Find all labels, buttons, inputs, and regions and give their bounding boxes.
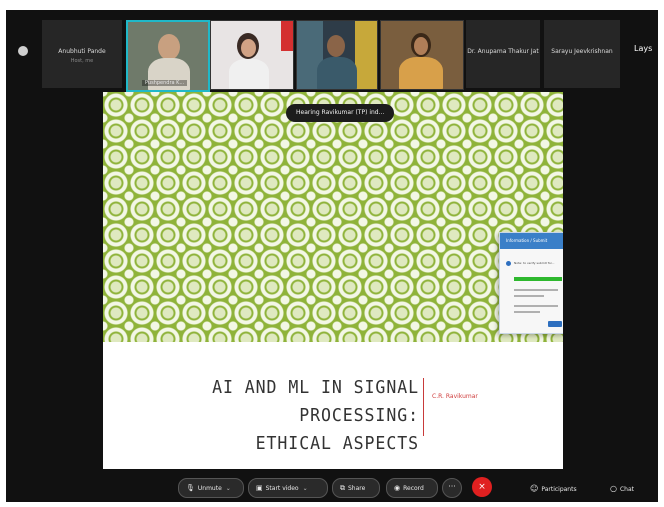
person-body (148, 58, 190, 90)
person-body (399, 57, 443, 89)
slide-title: AI AND ML IN SIGNAL PROCESSING: ETHICAL … (152, 374, 419, 458)
slide-author: C.R. Ravikumar (432, 393, 478, 400)
chevron-down-icon[interactable]: ⌄ (226, 480, 231, 498)
person-body (317, 57, 357, 89)
speaking-indicator: Hearing Ravikumar (TP) ind... (286, 104, 395, 122)
participant-sub: Host, me (70, 58, 94, 64)
dialog-message: Note: to verify submit for... (514, 261, 555, 265)
participant-tile[interactable]: Sarayu Jeevkrishnan (544, 20, 620, 88)
dialog-text-line (514, 295, 544, 297)
share-icon: ⧉ (340, 484, 345, 492)
participant-tile[interactable]: Anubhuti Pande Host, me (42, 20, 122, 88)
start-video-button[interactable]: ▣ Start video ⌄ (248, 478, 328, 498)
dialog-header: Information / Submit (500, 233, 563, 249)
dialog-ok-button[interactable] (548, 321, 562, 327)
meeting-window: Anubhuti Pande Host, me Pushpendra K... (6, 10, 658, 502)
layout-label: Lays (634, 44, 653, 53)
info-icon (506, 261, 511, 266)
participant-strip: Anubhuti Pande Host, me Pushpendra K... (6, 10, 658, 92)
participant-name: Sarayu Jeevkrishnan (551, 48, 613, 55)
participants-button[interactable]: ☺ Participants (530, 484, 577, 493)
participant-video-tile[interactable]: Pushpendra K... (126, 20, 210, 92)
unmute-label: Unmute (197, 485, 222, 492)
person-face (241, 39, 256, 57)
person-face (158, 34, 180, 60)
share-button[interactable]: ⧉ Share (332, 478, 380, 498)
share-label: Share (348, 485, 366, 492)
microphone-icon: 🎙︎ (186, 484, 195, 492)
start-video-label: Start video (265, 485, 299, 492)
participant-name: Dr. Anupama Thakur Jat (467, 48, 539, 55)
participants-icon: ☺ (530, 484, 539, 493)
participant-tile[interactable]: Dr. Anupama Thakur Jat (466, 20, 540, 88)
record-icon: ◉ (394, 484, 401, 492)
participant-video-tile[interactable] (296, 20, 378, 90)
record-button[interactable]: ◉ Record (386, 478, 438, 498)
chat-icon: ○ (610, 484, 617, 493)
layout-button[interactable]: Lays (632, 24, 656, 64)
chat-button[interactable]: ○ Chat (610, 484, 634, 493)
person-face (414, 37, 428, 55)
dialog-text-line (514, 305, 558, 307)
participants-label: Participants (541, 486, 577, 493)
slide-title-line2: ETHICAL ASPECTS (255, 433, 419, 454)
dialog-progress-bar (514, 277, 562, 281)
slide-pattern-background (103, 92, 563, 342)
chevron-down-icon[interactable]: ⌄ (303, 480, 308, 498)
dialog-text-line (514, 289, 558, 291)
popup-dialog[interactable]: Information / Submit Note: to verify sub… (499, 232, 563, 334)
strip-scroll-icon[interactable] (18, 46, 28, 56)
dialog-text-line (514, 311, 540, 313)
video-background (281, 21, 293, 51)
title-divider (423, 378, 424, 436)
person-body (229, 59, 269, 89)
participant-video-tile[interactable] (380, 20, 464, 90)
participant-name: Anubhuti Pande (58, 48, 106, 55)
participant-video-label: Pushpendra K... (142, 80, 188, 86)
camera-icon: ▣ (256, 484, 263, 492)
chat-label: Chat (619, 486, 635, 493)
person-face (327, 35, 345, 57)
participant-video-tile[interactable] (210, 20, 294, 90)
video-background (355, 21, 377, 89)
unmute-button[interactable]: 🎙︎ Unmute ⌄ (178, 478, 244, 498)
slide-title-line1: AI AND ML IN SIGNAL PROCESSING: (212, 377, 419, 426)
leave-meeting-button[interactable]: × (472, 477, 492, 497)
record-label: Record (403, 485, 424, 492)
shared-slide: Hearing Ravikumar (TP) ind... AI AND ML … (103, 92, 563, 469)
meeting-toolbar: 🎙︎ Unmute ⌄ ▣ Start video ⌄ ⧉ Share ◉ Record ·… (6, 472, 658, 502)
more-options-button[interactable]: ··· (442, 478, 462, 498)
